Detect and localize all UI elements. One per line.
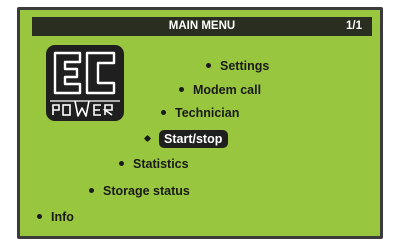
menu-item-label: Info xyxy=(51,210,74,224)
menu-item-label: Statistics xyxy=(133,157,189,171)
menu-item-statistics[interactable]: Statistics xyxy=(119,156,189,172)
menu-item-label: Storage status xyxy=(103,184,190,198)
menu-item-storage-status[interactable]: Storage status xyxy=(89,183,190,199)
menu-title: MAIN MENU xyxy=(168,20,236,32)
bullet-icon xyxy=(37,214,42,220)
bullet-icon xyxy=(89,188,94,194)
bullet-icon xyxy=(161,110,166,116)
page-indicator: 1/1 xyxy=(346,20,362,32)
menu-item-info[interactable]: Info xyxy=(37,209,74,225)
menu-item-modem-call[interactable]: Modem call xyxy=(179,82,261,98)
selected-cursor-icon xyxy=(144,135,151,143)
ec-power-logo xyxy=(46,45,124,121)
menu-item-label: Technician xyxy=(175,106,240,120)
menu-item-label: Modem call xyxy=(193,83,262,97)
title-bar: MAIN MENU 1/1 xyxy=(32,17,372,36)
menu-item-technician[interactable]: Technician xyxy=(161,105,239,121)
power-wordmark-icon xyxy=(50,100,120,117)
bullet-icon xyxy=(119,161,124,167)
menu-item-label: Settings xyxy=(220,59,270,73)
bullet-icon xyxy=(179,87,184,93)
bullet-icon xyxy=(206,63,211,69)
lcd-display: MAIN MENU 1/1 Settings Modem call Techni… xyxy=(17,7,383,239)
menu-item-settings[interactable]: Settings xyxy=(206,58,269,74)
menu-item-start-stop[interactable]: Start/stop xyxy=(144,130,229,148)
ec-letters-icon xyxy=(53,51,116,95)
menu-item-label: Start/stop xyxy=(159,130,229,148)
